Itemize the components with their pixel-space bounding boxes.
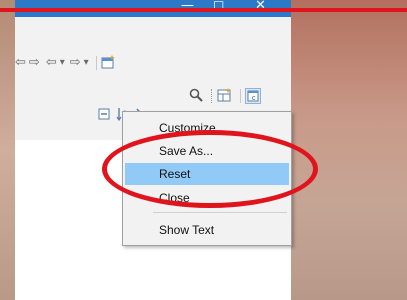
toolbar-separator: [240, 89, 241, 103]
back-history-icon[interactable]: ⇦: [46, 55, 57, 71]
back-icon[interactable]: ⇦: [15, 55, 26, 71]
perspective-toggle-button[interactable]: c: [245, 88, 261, 104]
forward-history-icon[interactable]: ⇨: [70, 55, 81, 71]
new-window-icon[interactable]: [101, 54, 116, 72]
navigation-toolbar: ⇦ ⇨ ⇦ ▾ ⇨ ▾: [15, 53, 116, 73]
forward-history-dropdown-icon[interactable]: ▾: [84, 55, 89, 71]
svg-text:c: c: [252, 95, 256, 102]
menu-separator: [153, 212, 287, 213]
view-toolbar: c: [189, 86, 261, 106]
forward-icon[interactable]: ⇨: [29, 55, 40, 71]
toolbar-grip: [211, 89, 213, 103]
annotation-underline: [0, 8, 407, 12]
collapse-all-icon[interactable]: [98, 108, 110, 123]
desktop-background-left: [0, 0, 16, 300]
desktop-background-right: [291, 0, 407, 300]
toolbar-separator: [95, 56, 97, 70]
open-perspective-icon[interactable]: [217, 87, 232, 105]
menu-item-show-text[interactable]: Show Text: [125, 219, 289, 241]
search-icon[interactable]: [189, 88, 203, 105]
back-history-dropdown-icon[interactable]: ▾: [60, 55, 65, 71]
annotation-circle: [102, 130, 318, 208]
